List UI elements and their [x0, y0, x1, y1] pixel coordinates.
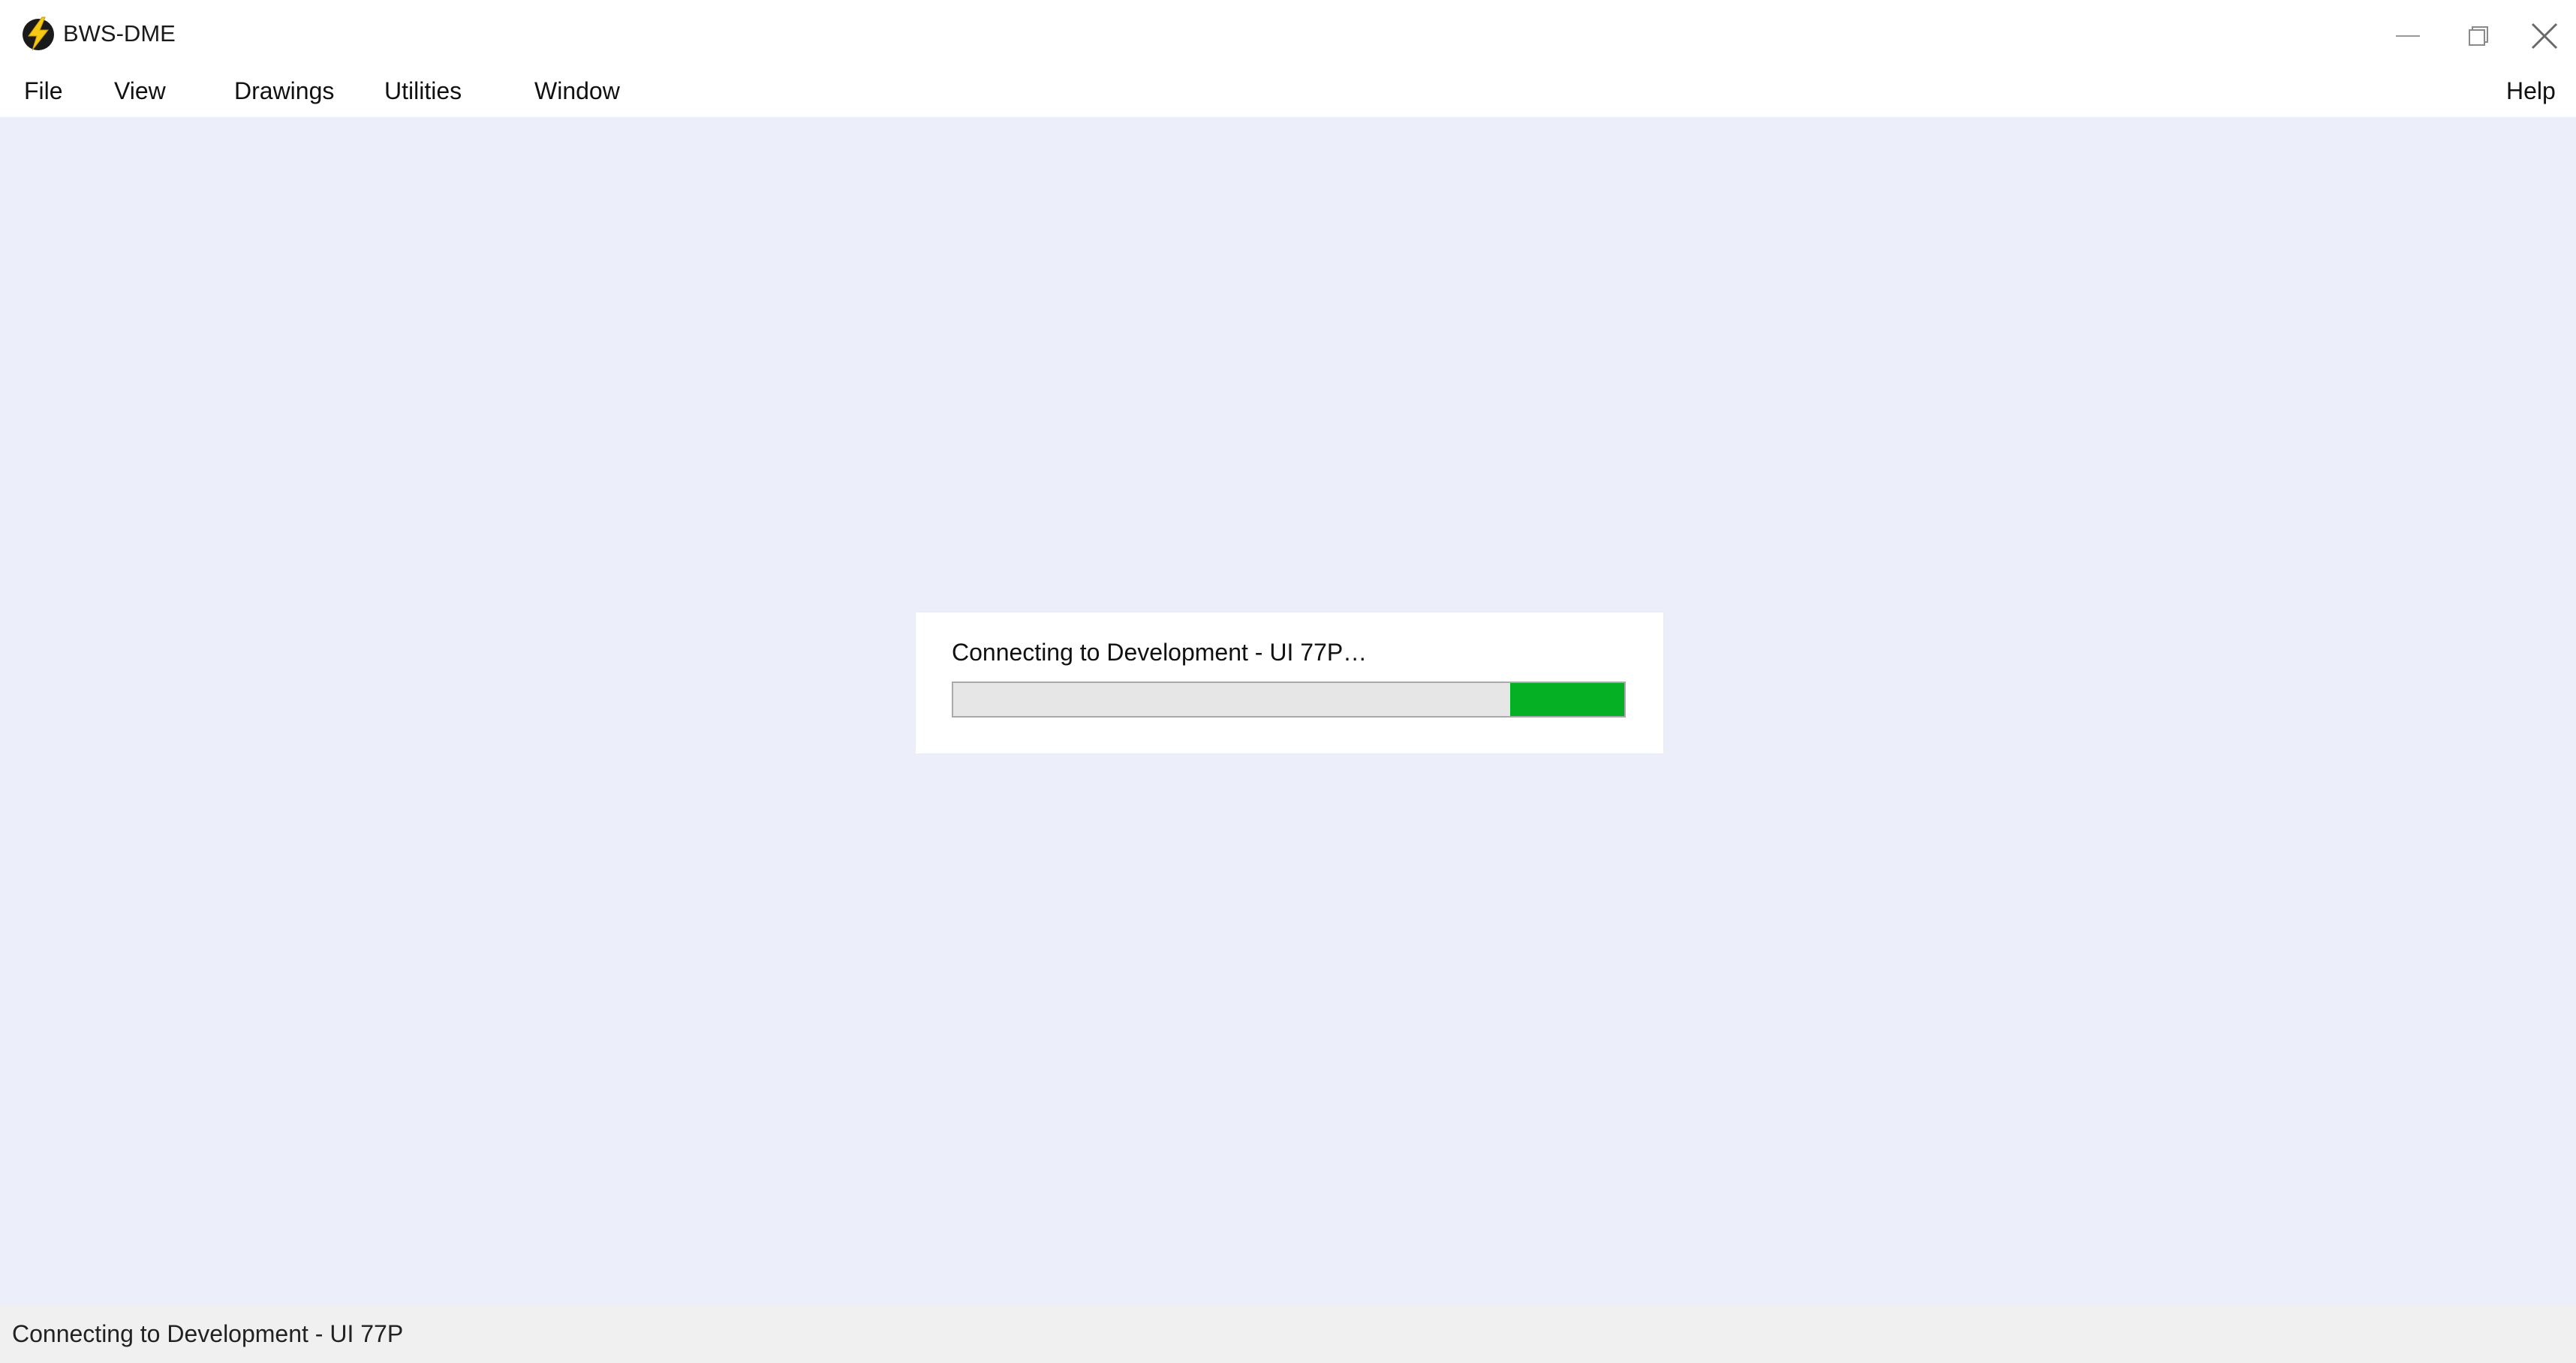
restore-icon	[2469, 26, 2488, 46]
status-bar: Connecting to Development - UI 77P	[0, 1306, 2576, 1363]
menu-drawings[interactable]: Drawings	[234, 72, 334, 110]
minimize-button[interactable]	[2378, 12, 2438, 60]
progress-bar	[952, 682, 1626, 718]
title-bar[interactable]: BWS-DME	[0, 0, 2576, 68]
menu-view[interactable]: View	[114, 72, 166, 110]
app-window: BWS-DME File View Drawings Utilities Win…	[0, 0, 2576, 1363]
menu-bar: File View Drawings Utilities Window Help	[0, 68, 2576, 117]
lightning-bolt-icon	[23, 17, 54, 51]
menu-utilities[interactable]: Utilities	[384, 72, 462, 110]
connection-message: Connecting to Development - UI 77P…	[952, 639, 1368, 666]
maximize-button[interactable]	[2448, 12, 2508, 60]
app-title: BWS-DME	[63, 20, 176, 47]
minimize-icon	[2396, 35, 2420, 37]
close-icon	[2531, 23, 2558, 50]
menu-window[interactable]: Window	[534, 72, 620, 110]
status-text: Connecting to Development - UI 77P	[12, 1320, 404, 1347]
close-button[interactable]	[2514, 12, 2574, 60]
menu-file[interactable]: File	[24, 72, 63, 110]
menu-help[interactable]: Help	[2506, 72, 2556, 110]
connection-progress-dialog: Connecting to Development - UI 77P…	[916, 612, 1663, 754]
progress-bar-fill	[1510, 683, 1624, 716]
